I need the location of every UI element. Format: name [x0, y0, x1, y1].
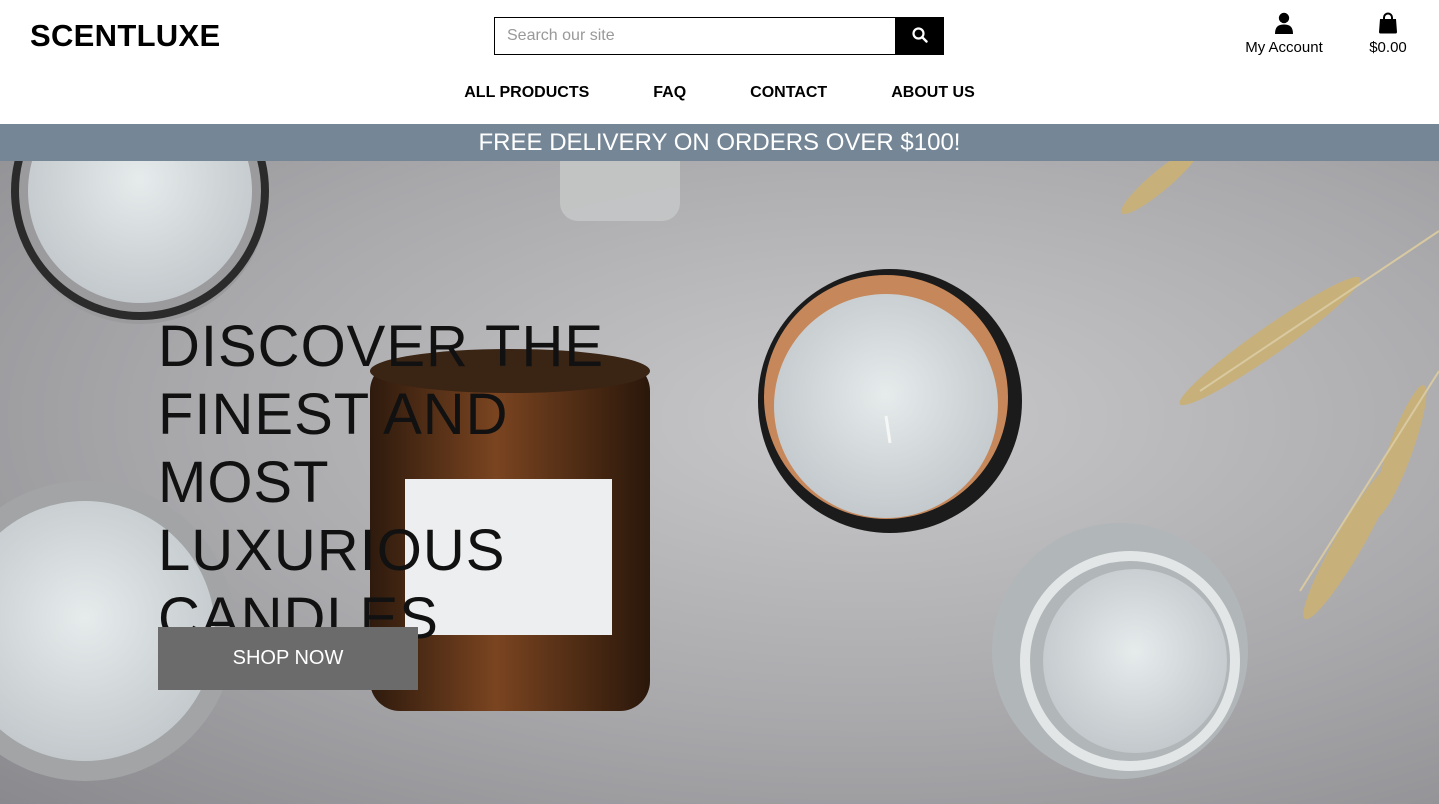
- nav-faq[interactable]: FAQ: [653, 84, 686, 102]
- shopping-bag-icon: [1360, 12, 1416, 36]
- search-button[interactable]: [895, 17, 944, 55]
- my-account-label: My Account: [1245, 39, 1323, 56]
- nav-contact[interactable]: CONTACT: [750, 84, 827, 102]
- promo-banner: FREE DELIVERY ON ORDERS OVER $100!: [0, 124, 1439, 161]
- shop-now-button[interactable]: SHOP NOW: [158, 627, 418, 690]
- user-icon: [1236, 12, 1332, 36]
- cart-total: $0.00: [1369, 39, 1407, 56]
- search-form: [494, 17, 944, 55]
- nav-all-products[interactable]: ALL PRODUCTS: [464, 84, 589, 102]
- search-icon: [911, 26, 928, 46]
- site-logo[interactable]: SCENTLUXE: [30, 18, 220, 54]
- my-account-link[interactable]: My Account: [1236, 12, 1332, 56]
- search-input[interactable]: [494, 17, 895, 55]
- cart-link[interactable]: $0.00: [1360, 12, 1416, 56]
- hero-headline: DISCOVER THE FINEST AND MOST LUXURIOUS C…: [158, 314, 605, 651]
- site-header: SCENTLUXE My Account $0.00 ALL PRODUCTS …: [0, 0, 1439, 124]
- nav-about-us[interactable]: ABOUT US: [891, 84, 975, 102]
- hero-section: DISCOVER THE FINEST AND MOST LUXURIOUS C…: [0, 161, 1439, 804]
- main-nav: ALL PRODUCTS FAQ CONTACT ABOUT US: [0, 84, 1439, 102]
